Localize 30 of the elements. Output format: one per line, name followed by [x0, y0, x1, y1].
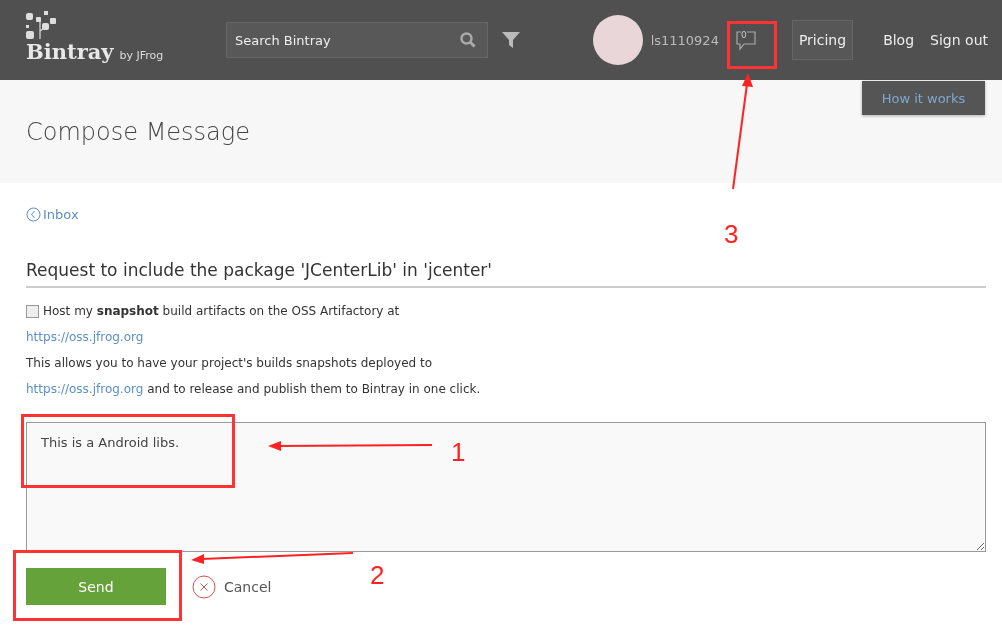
- snapshot-note: This allows you to have your project's builds snapshots deployed to: [26, 356, 432, 370]
- jfrog-tagline: by JFrog: [119, 48, 164, 62]
- cancel-button[interactable]: Cancel: [192, 574, 272, 599]
- annotation-box: [727, 21, 777, 69]
- how-it-works-button[interactable]: How it works: [862, 81, 985, 115]
- nav-link[interactable]: Blog: [883, 32, 915, 48]
- annotation-number: 2: [370, 560, 385, 591]
- close-icon: [192, 574, 216, 599]
- snapshot-note: and to release and publish them to Bintray in one click.: [147, 382, 481, 396]
- snapshot-label: Host my snapshot build artifacts on the OSS Artifactory at: [43, 304, 400, 318]
- bintray-logo-text[interactable]: Bintray: [26, 38, 114, 64]
- filter-icon[interactable]: [502, 32, 520, 48]
- page-title: Compose Message: [26, 117, 250, 146]
- search-icon[interactable]: [460, 32, 476, 48]
- nav-link[interactable]: Pricing: [791, 20, 854, 60]
- annotation-number: 1: [451, 437, 466, 468]
- search-field[interactable]: Search Bintray: [226, 22, 488, 58]
- message-subject: Request to include the package 'JCenterLib' in 'jcenter': [26, 260, 986, 288]
- speech-bubble-icon: [734, 29, 757, 51]
- annotation-number: 3: [724, 219, 739, 250]
- inbox-link[interactable]: Inbox: [26, 207, 986, 222]
- oss-link[interactable]: https://oss.jfrog.org: [26, 382, 144, 396]
- oss-link[interactable]: https://oss.jfrog.org: [26, 330, 144, 344]
- send-button[interactable]: Send: [26, 568, 166, 605]
- messages-button[interactable]: 0: [720, 17, 770, 63]
- username[interactable]: ls1110924: [650, 32, 719, 48]
- tree-logo-icon: [26, 10, 56, 39]
- snapshot-checkbox[interactable]: [26, 304, 39, 318]
- avatar[interactable]: [592, 15, 643, 65]
- nav-link[interactable]: Sign out: [930, 32, 988, 48]
